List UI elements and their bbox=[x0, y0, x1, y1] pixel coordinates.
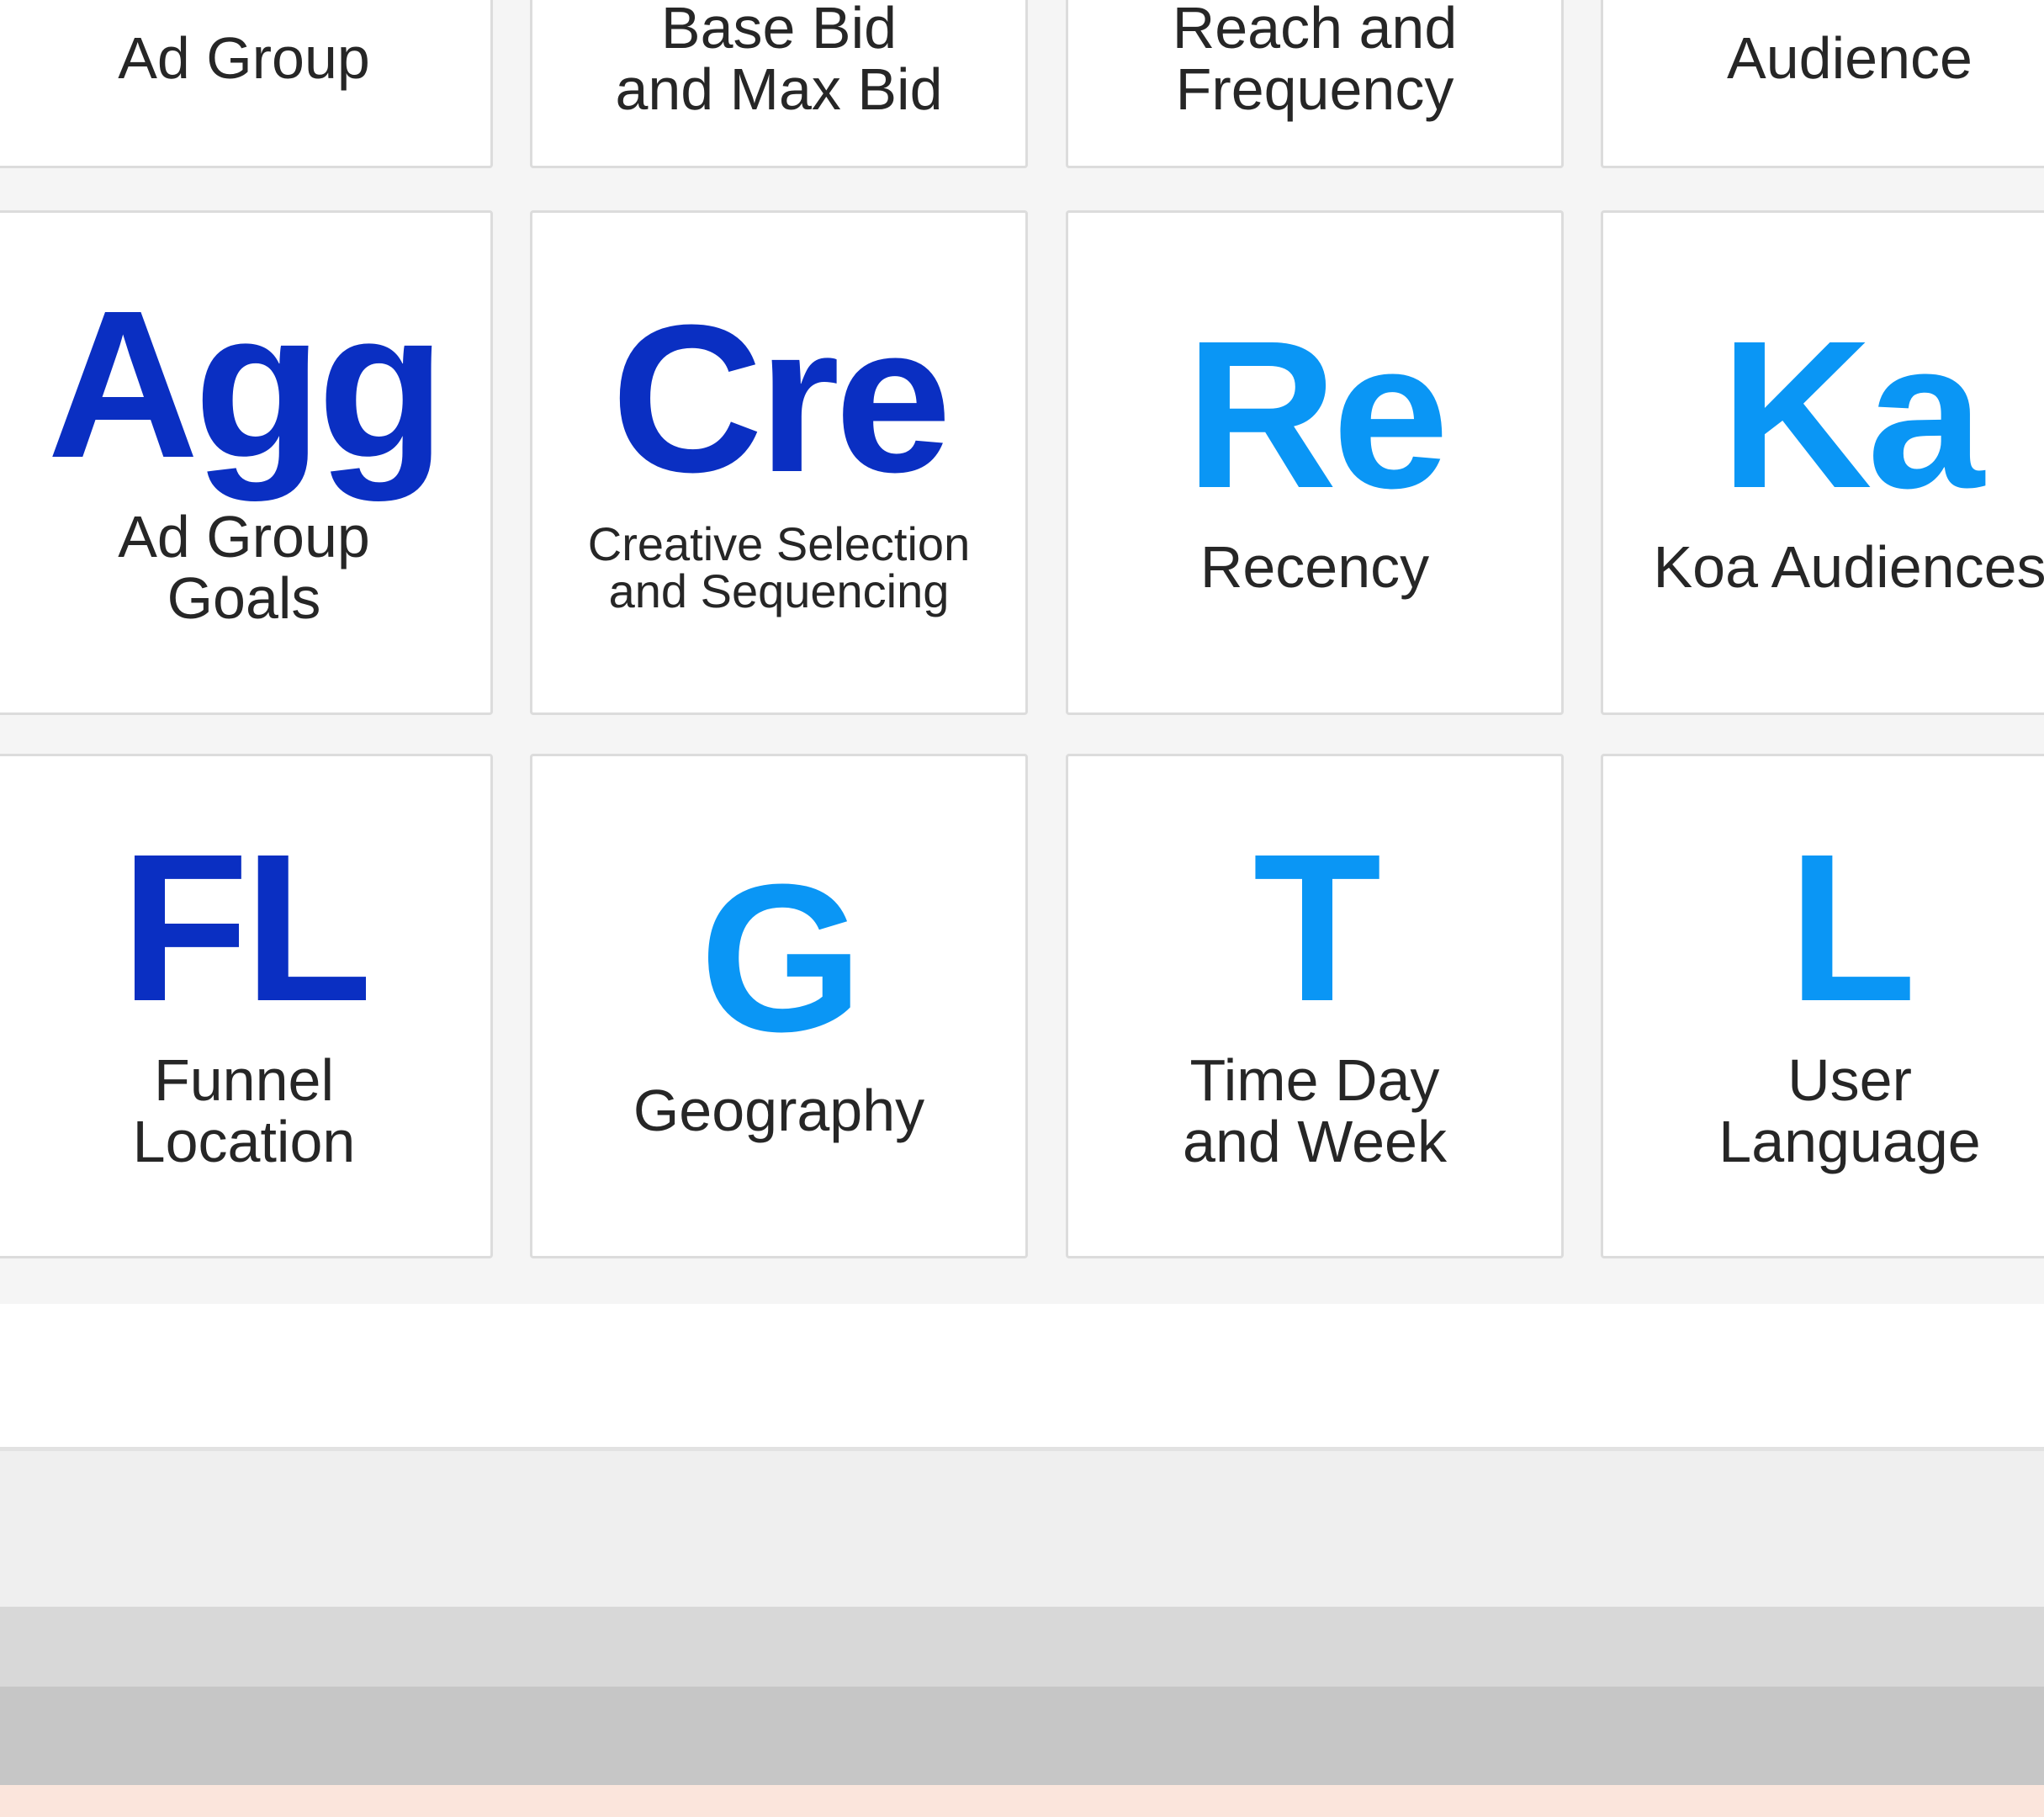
tile-geography[interactable]: G Geography bbox=[530, 754, 1028, 1258]
tile-name: Audience bbox=[1727, 25, 1973, 92]
tile-time-day-week[interactable]: T Time Day and Week bbox=[1066, 754, 1564, 1258]
tile-grid: Ad Group Base Bid and Max Bid Reach and … bbox=[0, 0, 2044, 1304]
tile-creative-selection[interactable]: Cre Creative Selection and Sequencing bbox=[530, 210, 1028, 715]
tile-symbol: Cre bbox=[611, 281, 952, 516]
tile-name: User Language bbox=[1718, 1046, 1981, 1174]
tile-funnel-location[interactable]: FL Funnel Location bbox=[0, 754, 493, 1258]
tile-recency[interactable]: Re Recency bbox=[1066, 210, 1564, 715]
footer-band-light bbox=[0, 1447, 2044, 1611]
tile-symbol: G bbox=[699, 840, 863, 1076]
footer-band-dark bbox=[0, 1687, 2044, 1785]
tile-ad-group[interactable]: Ad Group bbox=[0, 0, 493, 168]
tile-symbol: L bbox=[1787, 809, 1917, 1045]
tile-name: Funnel Location bbox=[132, 1046, 356, 1174]
tile-name: Creative Selection and Sequencing bbox=[587, 517, 971, 617]
tile-name: Base Bid and Max Bid bbox=[615, 0, 943, 122]
tile-name: Time Day and Week bbox=[1183, 1046, 1447, 1174]
tile-name: Koa Audiences bbox=[1653, 534, 2044, 601]
footer-band-peach bbox=[0, 1785, 2044, 1817]
tile-symbol: T bbox=[1252, 809, 1382, 1045]
tile-audience[interactable]: Audience bbox=[1601, 0, 2044, 168]
tile-name: Ad Group bbox=[118, 25, 370, 92]
tile-name: Reach and Frequency bbox=[1172, 0, 1458, 122]
footer-band-mid bbox=[0, 1607, 2044, 1687]
tile-symbol: FL bbox=[120, 809, 372, 1045]
tile-reach-frequency[interactable]: Reach and Frequency bbox=[1066, 0, 1564, 168]
tile-symbol: Re bbox=[1185, 297, 1449, 532]
tile-symbol: Ka bbox=[1720, 297, 1984, 532]
tile-user-language[interactable]: L User Language bbox=[1601, 754, 2044, 1258]
tile-name: Geography bbox=[633, 1078, 925, 1144]
feature-grid-panel: Ad Group Base Bid and Max Bid Reach and … bbox=[0, 0, 2044, 1447]
tile-base-bid[interactable]: Base Bid and Max Bid bbox=[530, 0, 1028, 168]
tile-symbol: Agg bbox=[47, 266, 446, 501]
tile-koa-audiences[interactable]: Ka Koa Audiences bbox=[1601, 210, 2044, 715]
tile-name: Ad Group Goals bbox=[118, 503, 370, 631]
tile-ad-group-goals[interactable]: Agg Ad Group Goals bbox=[0, 210, 493, 715]
tile-name: Recency bbox=[1199, 534, 1430, 601]
